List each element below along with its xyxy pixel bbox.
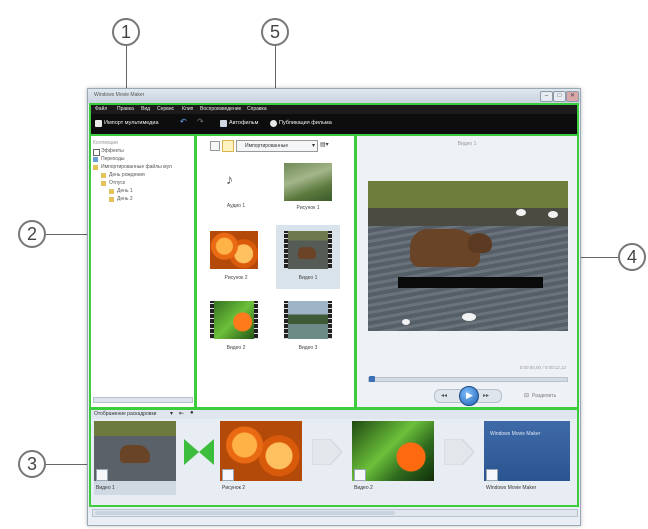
callout-2-leader — [46, 234, 89, 235]
callout-2: 2 — [18, 220, 46, 248]
callout-1-leader — [126, 46, 127, 90]
callout-4: 4 — [618, 243, 646, 271]
callout-1: 1 — [112, 18, 140, 46]
callout-3: 3 — [18, 450, 46, 478]
preview-monitor-highlight — [355, 134, 579, 409]
callout-4-leader — [580, 257, 618, 258]
minimize-button[interactable]: – — [540, 91, 553, 102]
bottom-scrollbar[interactable] — [92, 509, 578, 517]
callout-5: 5 — [261, 18, 289, 46]
contents-pane-highlight — [195, 134, 356, 409]
maximize-button[interactable]: □ — [553, 91, 566, 102]
movie-maker-window: Windows Movie Maker – □ ✕ Файл Правка Ви… — [87, 88, 581, 526]
title-bar: Windows Movie Maker – □ ✕ — [88, 89, 580, 103]
callout-3-leader — [46, 464, 89, 465]
menu-toolbar-highlight — [89, 103, 579, 136]
collections-pane-highlight — [89, 134, 196, 409]
window-title: Windows Movie Maker — [94, 92, 145, 98]
close-button[interactable]: ✕ — [566, 91, 579, 102]
scrollbar-thumb[interactable] — [95, 511, 395, 515]
storyboard-highlight — [89, 408, 579, 507]
